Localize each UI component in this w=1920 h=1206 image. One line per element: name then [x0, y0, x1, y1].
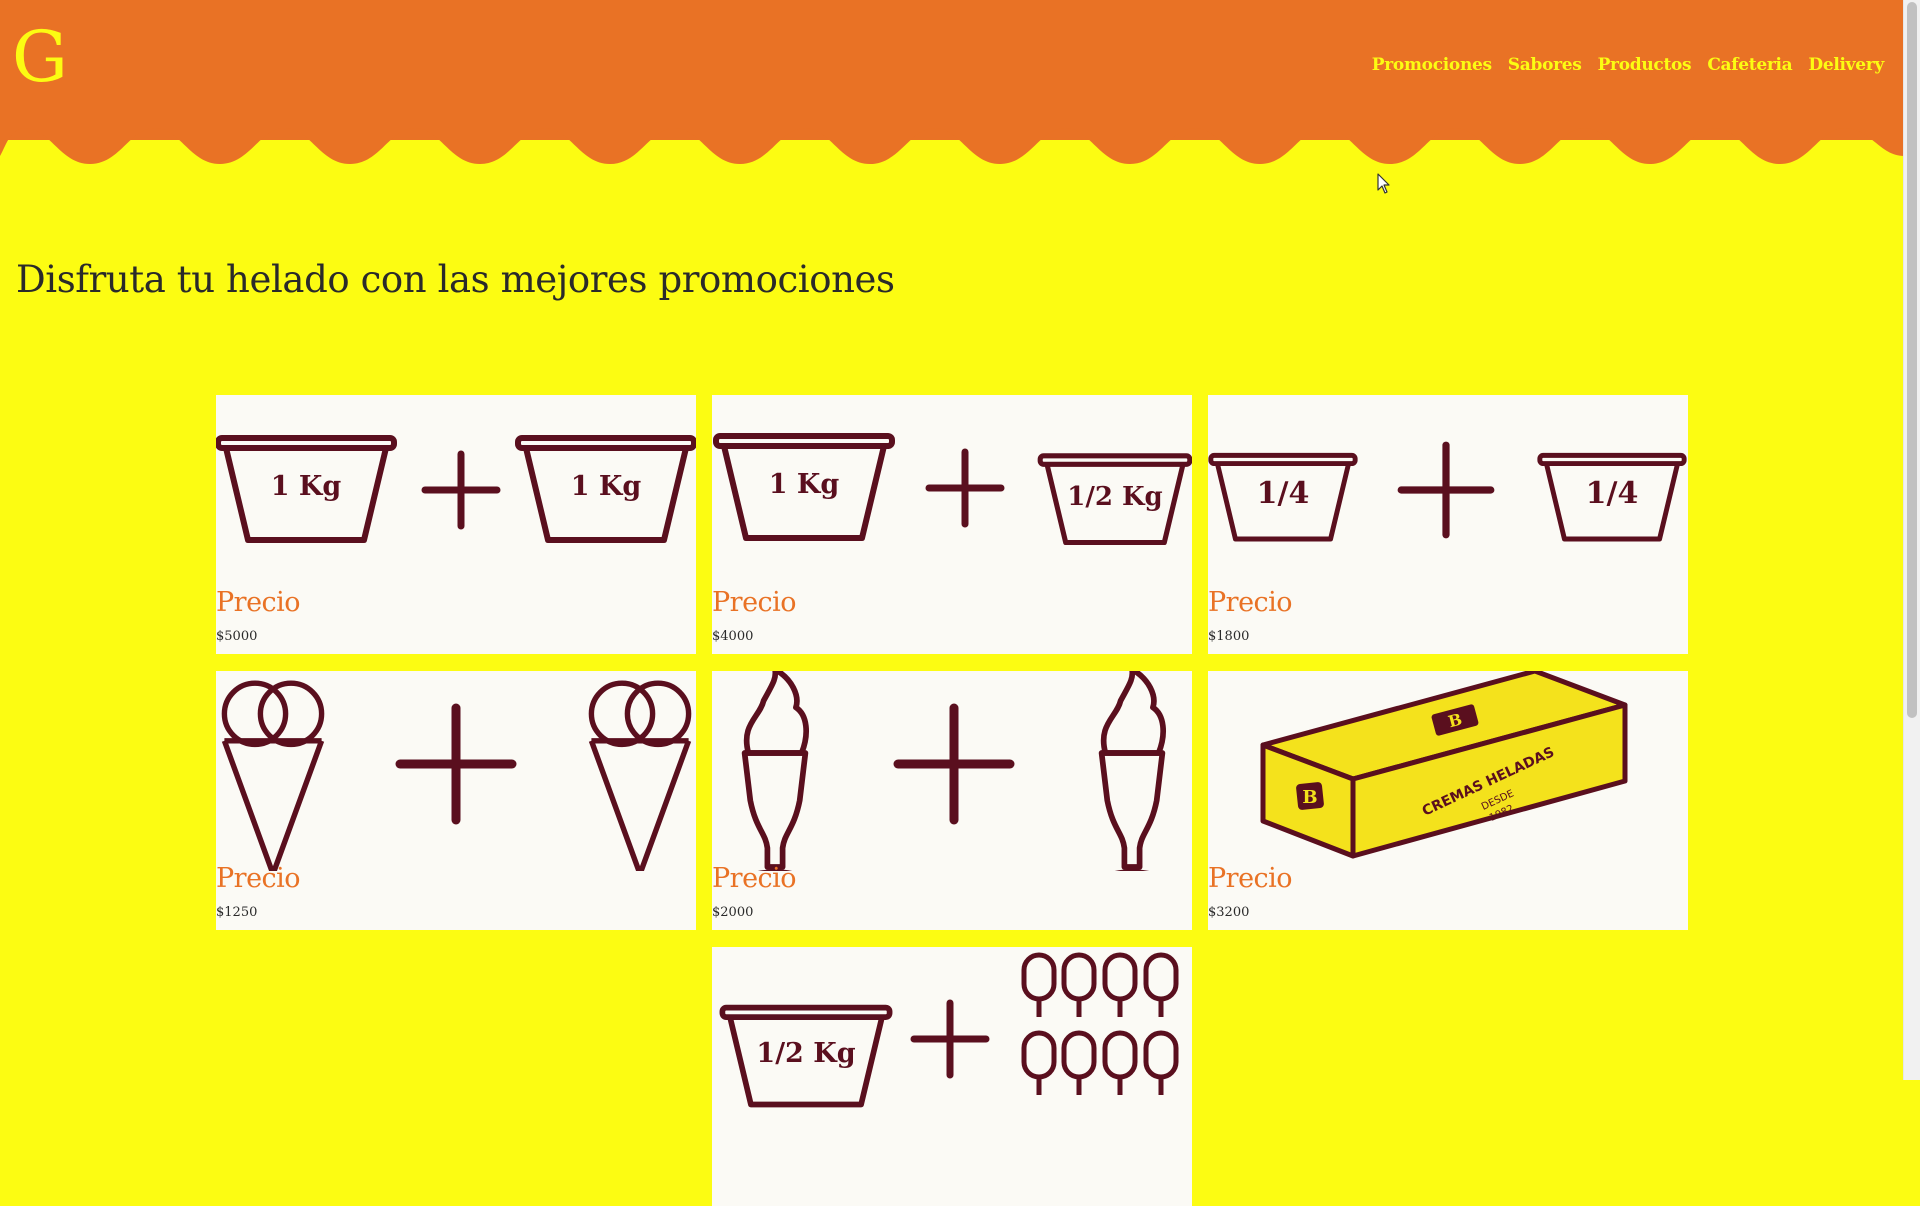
promo-illustration-quarter-quarter: 1/4 1/4 [1208, 395, 1688, 595]
price-value: $5000 [216, 629, 258, 644]
mouse-cursor-icon [1377, 173, 1390, 194]
promo-illustration-1kg-halfkg: 1 Kg 1/2 Kg [712, 395, 1192, 595]
page-title: Disfruta tu helado con las mejores promo… [16, 258, 895, 301]
tub-label-text: 1 Kg [769, 469, 840, 500]
promo-card[interactable]: Precio $1250 [216, 671, 696, 930]
price-value: $1800 [1208, 629, 1250, 644]
nav-link-cafeteria[interactable]: Cafeteria [1707, 55, 1792, 75]
nav-link-delivery[interactable]: Delivery [1808, 55, 1884, 75]
promo-card[interactable]: B B CREMAS HELADAS DESDE 1982 Precio $32… [1208, 671, 1688, 930]
site-header: G Promociones Sabores Productos Cafeteri… [0, 0, 1904, 140]
tub-label-text: 1/4 [1586, 476, 1639, 511]
promo-illustration-cone-cone [216, 671, 696, 871]
price-label: Precio [712, 587, 797, 618]
scrollbar-thumb[interactable] [1907, 2, 1917, 718]
promo-illustration-sundae-sundae [712, 671, 1192, 871]
promo-illustration-box: B B CREMAS HELADAS DESDE 1982 [1260, 671, 1628, 859]
price-label: Precio [1208, 863, 1293, 894]
price-value: $3200 [1208, 905, 1250, 920]
promo-card[interactable]: 1/4 1/4 Precio $1800 [1208, 395, 1688, 654]
page-scrollbar[interactable] [1903, 0, 1920, 1080]
price-label: Precio [712, 863, 797, 894]
price-value: $2000 [712, 905, 754, 920]
box-logo-text: B [1302, 787, 1317, 808]
promo-card[interactable]: Precio $2000 [712, 671, 1192, 930]
tub-label-text: 1/4 [1257, 476, 1310, 511]
main-nav: Promociones Sabores Productos Cafeteria … [1372, 55, 1885, 75]
promo-illustration-halfkg-popsicles: 1/2 Kg [712, 947, 1192, 1147]
header-wave-border [0, 128, 1904, 164]
tub-label-text: 1/2 Kg [756, 1038, 855, 1069]
tub-label-text: 1 Kg [271, 471, 342, 502]
promo-illustration-1kg-1kg: 1 Kg 1 Kg [216, 395, 696, 595]
promo-card[interactable]: 1 Kg 1/2 Kg Precio $4000 [712, 395, 1192, 654]
nav-link-productos[interactable]: Productos [1598, 55, 1692, 75]
price-label: Precio [216, 587, 301, 618]
tub-label-text: 1/2 Kg [1067, 482, 1163, 512]
promo-card[interactable]: 1 Kg 1 Kg Precio $5000 [216, 395, 696, 654]
price-value: $4000 [712, 629, 754, 644]
price-label: Precio [1208, 587, 1293, 618]
nav-link-sabores[interactable]: Sabores [1508, 55, 1582, 75]
price-label: Precio [216, 863, 301, 894]
tub-label-text: 1 Kg [571, 471, 642, 502]
site-logo[interactable]: G [12, 22, 68, 92]
promo-card[interactable]: 1/2 Kg [712, 947, 1192, 1206]
nav-link-promociones[interactable]: Promociones [1372, 55, 1492, 75]
price-value: $1250 [216, 905, 258, 920]
